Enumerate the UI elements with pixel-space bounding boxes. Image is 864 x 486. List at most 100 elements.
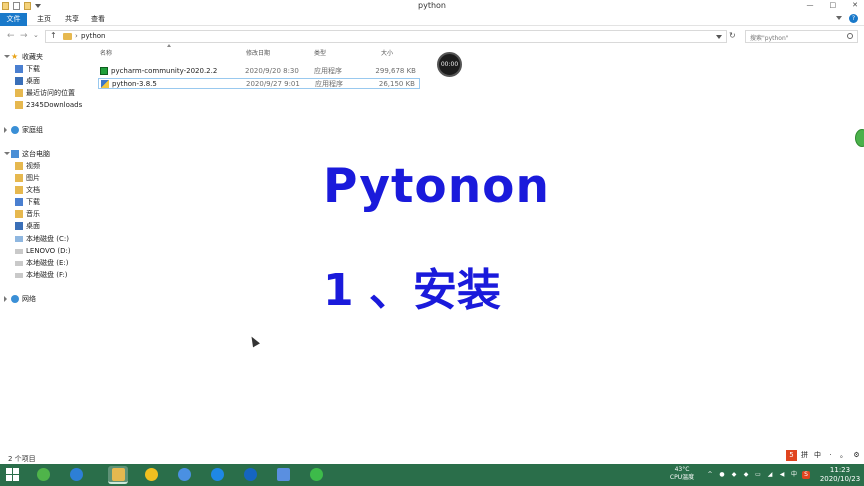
expand-icon[interactable] xyxy=(4,296,7,302)
column-header-type[interactable]: 类型 xyxy=(314,48,326,59)
ime-period[interactable]: 。 xyxy=(838,450,849,461)
battery-icon[interactable]: ▭ xyxy=(754,471,762,479)
ime-punctuation[interactable]: · xyxy=(825,450,836,461)
recent-locations-icon[interactable]: ⌄ xyxy=(33,31,39,39)
nav-homegroup[interactable]: 家庭组 xyxy=(0,124,90,136)
nav-pictures[interactable]: 图片 xyxy=(0,172,90,184)
pycharm-icon xyxy=(100,67,108,75)
nav-favorites[interactable]: ★ 收藏夹 xyxy=(0,51,90,63)
address-dropdown-icon[interactable] xyxy=(716,35,722,39)
minimize-button[interactable]: — xyxy=(807,1,814,9)
expand-icon[interactable] xyxy=(4,127,7,133)
search-placeholder: 搜索"python" xyxy=(750,35,789,42)
column-header-size[interactable]: 大小 xyxy=(381,48,393,59)
cpu-temperature[interactable]: 43°C CPU温度 xyxy=(668,466,696,482)
address-bar-row: ← → ⌄ ↑ › python ↻ 搜索"python" xyxy=(0,27,864,45)
taskbar-360browser-icon[interactable] xyxy=(306,466,326,484)
windows-drive-icon xyxy=(15,236,23,242)
nav-drive-f[interactable]: 本地磁盘 (F:) xyxy=(0,269,90,281)
nav-label: 本地磁盘 (C:) xyxy=(26,235,69,243)
tab-view[interactable]: 查看 xyxy=(86,13,110,26)
file-name: python-3.8.5 xyxy=(112,80,157,88)
nav-label: 桌面 xyxy=(26,222,40,230)
taskbar-game-icon[interactable] xyxy=(141,466,161,484)
taskbar-ie-icon[interactable] xyxy=(207,466,227,484)
nav-label: 视频 xyxy=(26,162,40,170)
tray-app-icon[interactable]: ◆ xyxy=(742,471,750,479)
tray-app-icon[interactable]: ◆ xyxy=(730,471,738,479)
floating-assistant-icon[interactable] xyxy=(855,129,864,147)
taskbar-file-explorer-icon[interactable] xyxy=(108,466,128,484)
taskbar-baidu-icon[interactable] xyxy=(174,466,194,484)
network-icon[interactable]: ◢ xyxy=(766,471,774,479)
address-field[interactable]: ↑ › python xyxy=(45,30,727,43)
expand-ribbon-icon[interactable] xyxy=(836,16,842,20)
sogou-icon[interactable]: 5 xyxy=(786,450,797,461)
nav-label: 这台电脑 xyxy=(22,150,50,158)
forward-icon[interactable]: → xyxy=(20,31,28,41)
nav-videos[interactable]: 视频 xyxy=(0,160,90,172)
nav-label: LENOVO (D:) xyxy=(26,247,71,255)
maximize-button[interactable]: □ xyxy=(830,1,837,9)
taskbar-360-icon[interactable] xyxy=(33,466,53,484)
help-icon[interactable]: ? xyxy=(849,14,858,23)
expand-icon[interactable] xyxy=(4,152,10,155)
folder-icon xyxy=(15,101,23,109)
nav-label: 收藏夹 xyxy=(22,53,43,61)
breadcrumb-separator-icon[interactable]: › xyxy=(75,32,78,40)
nav-favorites-recent[interactable]: 最近访问的位置 xyxy=(0,87,90,99)
column-header-name[interactable]: 名称 xyxy=(100,48,112,59)
breadcrumb-python[interactable]: python xyxy=(81,32,106,40)
ime-chinese[interactable]: 中 xyxy=(812,450,823,461)
search-input[interactable]: 搜索"python" xyxy=(745,30,858,43)
clock[interactable]: 11:23 2020/10/23 xyxy=(818,466,862,484)
nav-label: 本地磁盘 (E:) xyxy=(26,259,69,267)
nav-this-pc[interactable]: 这台电脑 xyxy=(0,148,90,160)
file-row-selected[interactable]: python-3.8.5 2020/9/27 9:01 应用程序 26,150 … xyxy=(98,78,420,89)
desktop-icon xyxy=(15,222,23,230)
download-folder-icon xyxy=(15,198,23,206)
nav-drive-e[interactable]: 本地磁盘 (E:) xyxy=(0,257,90,269)
expand-icon[interactable] xyxy=(4,55,10,58)
tab-home[interactable]: 主页 xyxy=(32,13,56,26)
taskbar-feishu-icon[interactable] xyxy=(273,466,293,484)
notification-icon[interactable]: ● xyxy=(718,471,726,479)
file-type: 应用程序 xyxy=(314,67,342,75)
videos-folder-icon xyxy=(15,162,23,170)
sogou-tray-icon[interactable]: S xyxy=(802,471,810,479)
file-date: 2020/9/27 9:01 xyxy=(246,80,300,88)
ime-pinyin[interactable]: 拼 xyxy=(799,450,810,461)
taskbar-kugou-icon[interactable] xyxy=(240,466,260,484)
column-header-date[interactable]: 修改日期 xyxy=(246,48,270,59)
cpu-temp-value: 43°C xyxy=(674,466,690,473)
nav-documents[interactable]: 文档 xyxy=(0,184,90,196)
nav-drive-d[interactable]: LENOVO (D:) xyxy=(0,245,90,257)
nav-downloads[interactable]: 下载 xyxy=(0,196,90,208)
nav-drive-c[interactable]: 本地磁盘 (C:) xyxy=(0,233,90,245)
nav-favorites-desktop[interactable]: 桌面 xyxy=(0,75,90,87)
ime-settings-icon[interactable]: ⚙ xyxy=(851,450,862,461)
back-icon[interactable]: ← xyxy=(7,31,15,41)
windows-start-icon[interactable] xyxy=(6,468,20,482)
up-icon[interactable]: ↑ xyxy=(50,31,57,40)
search-icon[interactable] xyxy=(847,33,853,39)
taskbar-browser-icon[interactable] xyxy=(66,466,86,484)
nav-favorites-2345downloads[interactable]: 2345Downloads xyxy=(0,99,90,111)
nav-label: 音乐 xyxy=(26,210,40,218)
refresh-icon[interactable]: ↻ xyxy=(729,31,736,40)
nav-favorites-downloads[interactable]: 下载 xyxy=(0,63,90,75)
nav-music[interactable]: 音乐 xyxy=(0,208,90,220)
volume-icon[interactable]: ◀ xyxy=(778,471,786,479)
tray-expand-icon[interactable]: ^ xyxy=(706,471,714,479)
nav-network[interactable]: 网络 xyxy=(0,293,90,305)
close-button[interactable]: ✕ xyxy=(852,1,858,9)
tab-file[interactable]: 文件 xyxy=(0,13,27,26)
mouse-cursor-icon xyxy=(248,334,260,348)
ime-indicator[interactable]: 中 xyxy=(790,471,798,479)
tab-share[interactable]: 共享 xyxy=(60,13,84,26)
file-row[interactable]: pycharm-community-2020.2.2 2020/9/20 8:3… xyxy=(98,66,420,77)
pictures-folder-icon xyxy=(15,174,23,182)
file-size: 26,150 KB xyxy=(378,80,415,88)
recording-timer[interactable]: 00:00 xyxy=(437,52,462,77)
nav-desktop[interactable]: 桌面 xyxy=(0,220,90,232)
